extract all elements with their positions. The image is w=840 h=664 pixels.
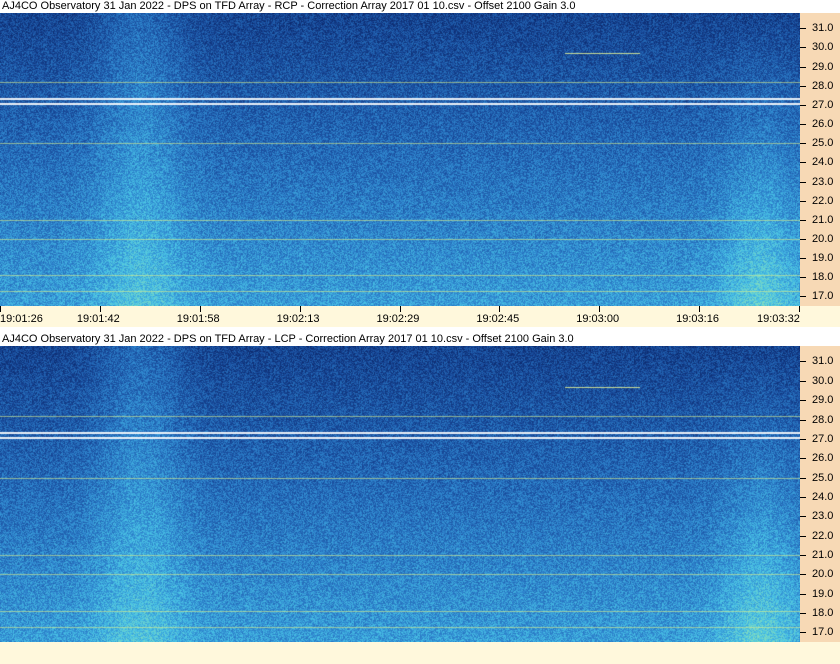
time-tick-label: 19:01:26 [0, 313, 43, 325]
frequency-tick-label: 23.0 [812, 175, 834, 188]
time-tick [799, 306, 800, 312]
frequency-tick-label: 21.0 [812, 213, 834, 226]
rcp-spectrogram-canvas [0, 13, 800, 306]
frequency-tick-label: 28.0 [812, 413, 834, 426]
frequency-tick-label: 23.0 [812, 510, 834, 523]
frequency-tick-label: 19.0 [812, 587, 834, 600]
frequency-tick-label: 18.0 [812, 606, 834, 619]
frequency-tick-label: 17.0 [812, 290, 834, 303]
frequency-tick-label: 24.0 [812, 490, 834, 503]
frequency-tick [800, 258, 806, 260]
frequency-tick [800, 458, 806, 460]
time-tick-label: 19:03:16 [676, 313, 719, 325]
frequency-tick-label: 29.0 [812, 394, 834, 407]
lcp-panel-title: AJ4CO Observatory 31 Jan 2022 - DPS on T… [2, 333, 574, 345]
time-tick-label: 19:02:45 [476, 313, 520, 325]
frequency-tick [800, 162, 806, 164]
frequency-tick [800, 124, 806, 126]
time-tick-label: 19:01:58 [176, 313, 220, 325]
frequency-tick [800, 438, 806, 440]
frequency-tick [800, 612, 806, 614]
frequency-tick [800, 66, 806, 68]
frequency-tick-label: 22.0 [812, 529, 834, 542]
frequency-tick [800, 47, 806, 49]
frequency-tick [800, 361, 806, 363]
frequency-tick-label: 19.0 [812, 252, 834, 265]
frequency-tick-label: 21.0 [812, 548, 834, 561]
frequency-tick [800, 593, 806, 595]
frequency-tick [800, 496, 806, 498]
time-tick-label: 19:01:42 [76, 313, 120, 325]
frequency-tick-label: 24.0 [812, 156, 834, 169]
lcp-frequency-axis: 31.0 30.0 29.0 28.0 27.0 26.0 25.0 24.0 23.0 22.0… [800, 346, 840, 642]
frequency-tick-label: 17.0 [812, 626, 834, 639]
frequency-tick-label: 31.0 [812, 355, 834, 368]
time-tick [399, 306, 401, 312]
lcp-spectrogram [0, 346, 800, 642]
frequency-tick [800, 296, 806, 298]
frequency-tick [800, 535, 806, 537]
lcp-time-axis [0, 642, 840, 664]
frequency-tick-label: 26.0 [812, 452, 834, 465]
frequency-tick-label: 18.0 [812, 271, 834, 284]
frequency-tick-label: 30.0 [812, 374, 834, 387]
frequency-tick [800, 104, 806, 106]
frequency-tick [800, 632, 806, 634]
frequency-tick-label: 26.0 [812, 118, 834, 131]
frequency-tick [800, 554, 806, 556]
frequency-tick-label: 30.0 [812, 41, 834, 54]
frequency-tick-label: 20.0 [812, 232, 834, 245]
frequency-tick-label: 22.0 [812, 194, 834, 207]
time-tick [0, 306, 1, 312]
frequency-tick [800, 380, 806, 382]
frequency-tick-label: 27.0 [812, 98, 834, 111]
frequency-tick [800, 28, 806, 30]
frequency-tick-label: 28.0 [812, 79, 834, 92]
time-tick [499, 306, 501, 312]
lcp-spectrogram-canvas [0, 346, 800, 642]
time-tick-label: 19:03:32 [757, 313, 800, 325]
frequency-tick [800, 219, 806, 221]
rcp-frequency-axis: 31.0 30.0 29.0 28.0 27.0 26.0 25.0 24.0 23.0 22.0… [800, 13, 840, 306]
frequency-tick [800, 516, 806, 518]
rcp-time-axis: 19:01:26 19:01:42 19:01:58 19:02:13 19:02:29… [0, 306, 840, 327]
time-tick-label: 19:02:29 [376, 313, 420, 325]
frequency-tick [800, 200, 806, 202]
time-tick [299, 306, 301, 312]
frequency-tick [800, 181, 806, 183]
rcp-panel-title: AJ4CO Observatory 31 Jan 2022 - DPS on T… [2, 0, 576, 12]
frequency-tick-label: 25.0 [812, 137, 834, 150]
frequency-tick [800, 277, 806, 279]
frequency-tick [800, 419, 806, 421]
frequency-tick [800, 85, 806, 87]
frequency-tick-label: 20.0 [812, 568, 834, 581]
time-tick-label: 19:03:00 [576, 313, 620, 325]
time-tick [199, 306, 201, 312]
frequency-tick [800, 400, 806, 402]
frequency-tick-label: 29.0 [812, 60, 834, 73]
frequency-tick-label: 31.0 [812, 22, 834, 35]
frequency-tick [800, 574, 806, 576]
frequency-tick-label: 27.0 [812, 432, 834, 445]
time-tick [99, 306, 101, 312]
rcp-spectrogram [0, 13, 800, 306]
frequency-tick [800, 143, 806, 145]
frequency-tick-label: 25.0 [812, 471, 834, 484]
time-tick [699, 306, 701, 312]
time-tick-label: 19:02:13 [276, 313, 320, 325]
frequency-tick [800, 238, 806, 240]
frequency-tick [800, 477, 806, 479]
time-tick [599, 306, 601, 312]
